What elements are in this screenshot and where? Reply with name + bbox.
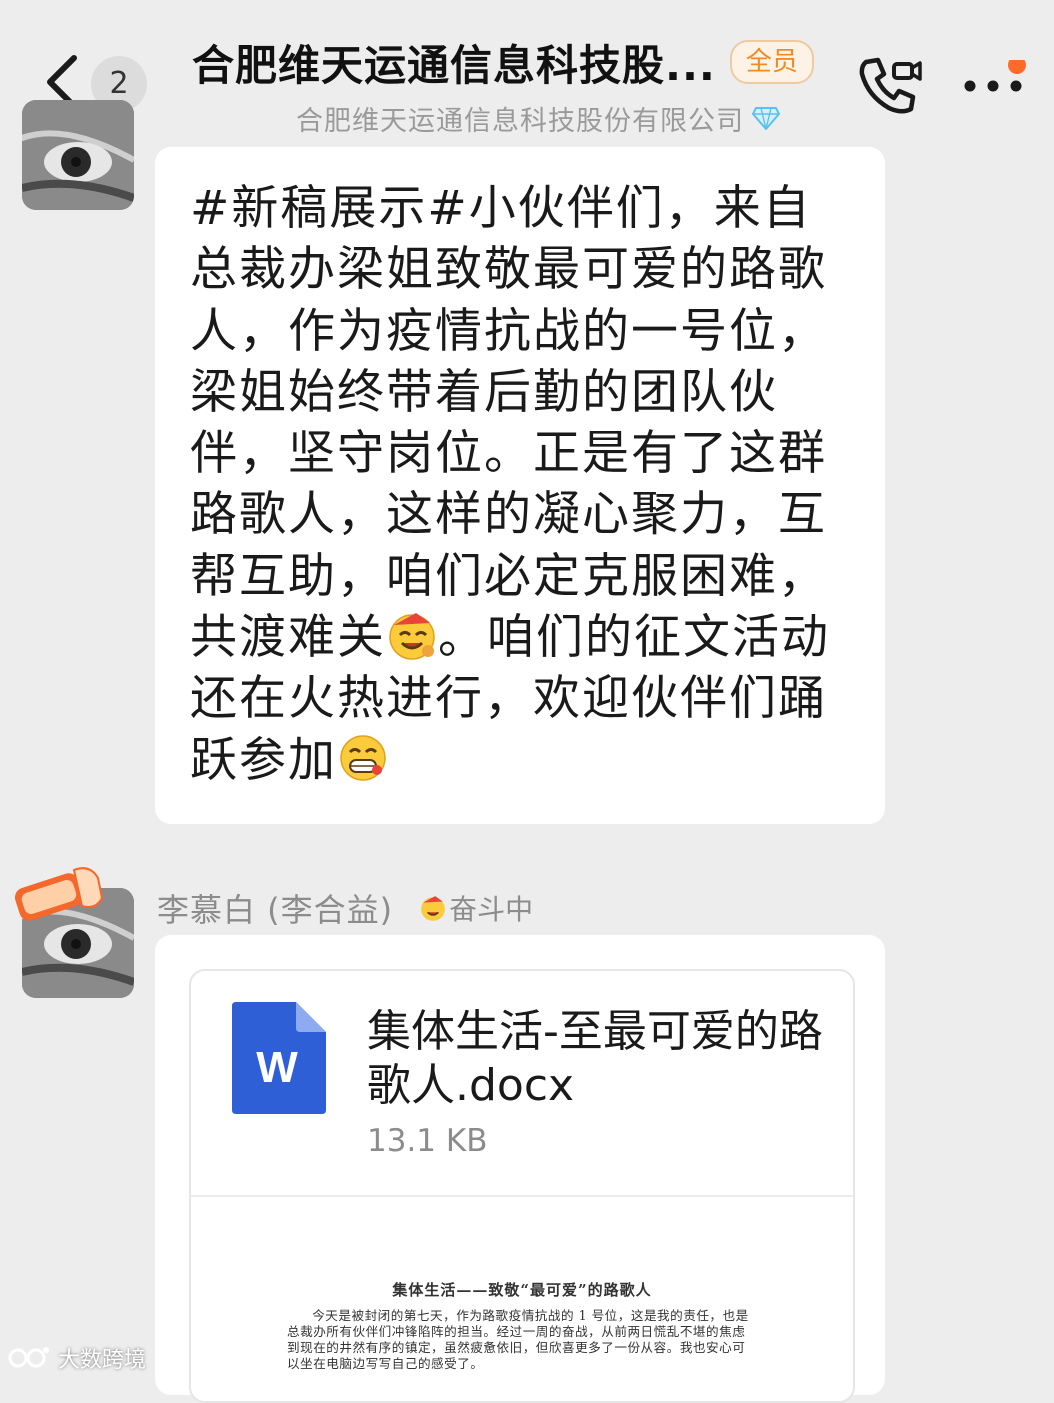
watermark: 大数跨境 bbox=[8, 1342, 146, 1374]
subtitle-row: 合肥维天运通信息科技股份有限公司 bbox=[296, 98, 780, 138]
diamond-icon bbox=[752, 107, 780, 130]
watermark-text: 大数跨境 bbox=[58, 1348, 147, 1373]
avatar[interactable] bbox=[22, 100, 134, 210]
party-face-emoji bbox=[421, 896, 446, 921]
more-icon[interactable] bbox=[960, 60, 1030, 100]
file-card[interactable]: W 集体生活-至最可爱的路歌人.docx 13.1 KB 集体生活——致敬“最可… bbox=[189, 969, 855, 1403]
chat-header: 2 合肥维天运通信息科技股... 全员 合肥维天运通信息科技股份有限公司 bbox=[0, 0, 1054, 145]
chat-title[interactable]: 合肥维天运通信息科技股... bbox=[192, 32, 716, 93]
notification-dot bbox=[1008, 60, 1026, 74]
sender-row: 李慕白 (李合益) 奋斗中 bbox=[157, 884, 533, 932]
bonus-sticker bbox=[14, 867, 104, 921]
party-face-emoji bbox=[389, 613, 435, 660]
preview-title: 集体生活——致敬“最可爱”的路歌人 bbox=[392, 1281, 652, 1299]
message-text-part: #新稿展示#小伙伴们，来自总裁办梁姐致敬最可爱的路歌人，作为疫情抗战的一号位，梁… bbox=[190, 181, 827, 666]
file-name: 集体生活-至最可爱的路歌人.docx bbox=[367, 1006, 823, 1111]
grinning-face-emoji bbox=[340, 734, 386, 781]
file-divider bbox=[191, 1195, 853, 1197]
title-row: 合肥维天运通信息科技股... 全员 bbox=[192, 30, 814, 94]
preview-body: 今天是被封闭的第七天，作为路歌疫情抗战的 1 号位，这是我的责任，也是总裁办所有… bbox=[287, 1308, 749, 1371]
document-preview: 集体生活——致敬“最可爱”的路歌人 今天是被封闭的第七天，作为路歌疫情抗战的 1… bbox=[287, 1279, 757, 1372]
chat-subtitle[interactable]: 合肥维天运通信息科技股份有限公司 bbox=[296, 99, 744, 138]
sender-status: 奋斗中 bbox=[419, 888, 533, 928]
sender-name[interactable]: 李慕白 (李合益) bbox=[157, 885, 393, 931]
watermark-logo-icon bbox=[8, 1347, 49, 1368]
word-document-icon: W bbox=[232, 1002, 326, 1114]
file-size: 13.1 KB bbox=[367, 1123, 488, 1159]
member-tag: 全员 bbox=[729, 40, 814, 84]
word-icon-letter: W bbox=[256, 1043, 298, 1092]
video-call-icon[interactable] bbox=[856, 52, 924, 116]
message-text: #新稿展示#小伙伴们，来自总裁办梁姐致敬最可爱的路歌人，作为疫情抗战的一号位，梁… bbox=[190, 178, 850, 791]
sender-status-text: 奋斗中 bbox=[449, 893, 534, 926]
